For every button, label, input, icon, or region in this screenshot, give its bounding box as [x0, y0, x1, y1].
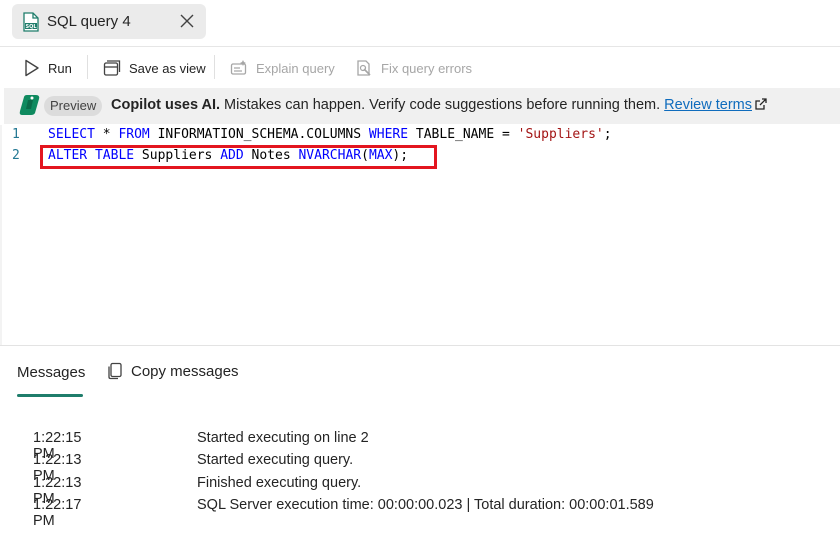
svg-text:SQL: SQL	[25, 24, 37, 30]
copy-messages-button[interactable]: Copy messages	[107, 362, 239, 380]
code-text: SELECT * FROM INFORMATION_SCHEMA.COLUMNS…	[48, 127, 612, 142]
tab-sql-query[interactable]: SQL SQL query 4	[12, 4, 206, 39]
save-view-icon	[103, 60, 121, 76]
copilot-icon	[19, 95, 40, 115]
sql-file-icon: SQL	[23, 12, 39, 32]
active-tab-indicator	[17, 394, 83, 397]
copy-icon	[108, 362, 122, 380]
sql-keyword: FROM	[118, 127, 150, 142]
save-as-view-button[interactable]: Save as view	[103, 56, 206, 80]
message-time: 1:22:17 PM	[33, 497, 82, 529]
copy-messages-label: Copy messages	[131, 362, 239, 380]
message-text: Started executing query.	[197, 452, 354, 468]
external-link-icon	[755, 98, 767, 110]
toolbar-divider	[87, 55, 88, 79]
line-number: 1	[12, 127, 20, 142]
line-number: 2	[12, 148, 20, 163]
banner-text: Mistakes can happen. Verify code suggest…	[220, 97, 665, 113]
highlight-box	[40, 145, 437, 169]
sql-string: 'Suppliers'	[517, 127, 604, 142]
sql-text: *	[94, 127, 119, 142]
sql-text: ;	[603, 127, 612, 142]
run-label: Run	[48, 60, 72, 76]
copilot-banner: Preview Copilot uses AI. Mistakes can ha…	[4, 88, 840, 124]
save-as-view-label: Save as view	[129, 60, 206, 76]
banner-bold-text: Copilot uses AI.	[111, 97, 221, 113]
fix-query-errors-label: Fix query errors	[381, 60, 473, 76]
message-text: SQL Server execution time: 00:00:00.023 …	[197, 497, 654, 513]
preview-badge: Preview	[44, 96, 103, 116]
banner-message: Copilot uses AI. Mistakes can happen. Ve…	[111, 97, 768, 113]
toolbar-divider	[214, 55, 215, 79]
query-toolbar: Run Save as view Explain query Fix query…	[0, 47, 840, 87]
message-text: Finished executing query.	[197, 475, 362, 491]
tab-messages[interactable]: Messages	[17, 364, 85, 381]
explain-query-button[interactable]: Explain query	[230, 56, 335, 80]
tab-title: SQL query 4	[47, 13, 131, 30]
explain-query-label: Explain query	[256, 60, 335, 76]
fix-query-errors-button[interactable]: Fix query errors	[355, 56, 472, 80]
explain-icon	[230, 60, 247, 75]
sql-text: INFORMATION_SCHEMA.COLUMNS	[149, 127, 369, 142]
sql-text: TABLE_NAME =	[408, 127, 518, 142]
run-button[interactable]: Run	[24, 56, 72, 80]
editor-left-border	[0, 125, 2, 345]
sql-keyword: SELECT	[48, 127, 95, 142]
fix-errors-icon	[357, 60, 371, 76]
sql-keyword: WHERE	[368, 127, 409, 142]
play-icon	[25, 59, 39, 77]
review-terms-link[interactable]: Review terms	[664, 97, 752, 113]
document-tab-bar: SQL SQL query 4	[0, 0, 840, 47]
close-icon[interactable]	[178, 12, 196, 30]
message-text: Started executing on line 2	[197, 430, 369, 446]
results-tabs: Messages Copy messages	[0, 346, 840, 398]
